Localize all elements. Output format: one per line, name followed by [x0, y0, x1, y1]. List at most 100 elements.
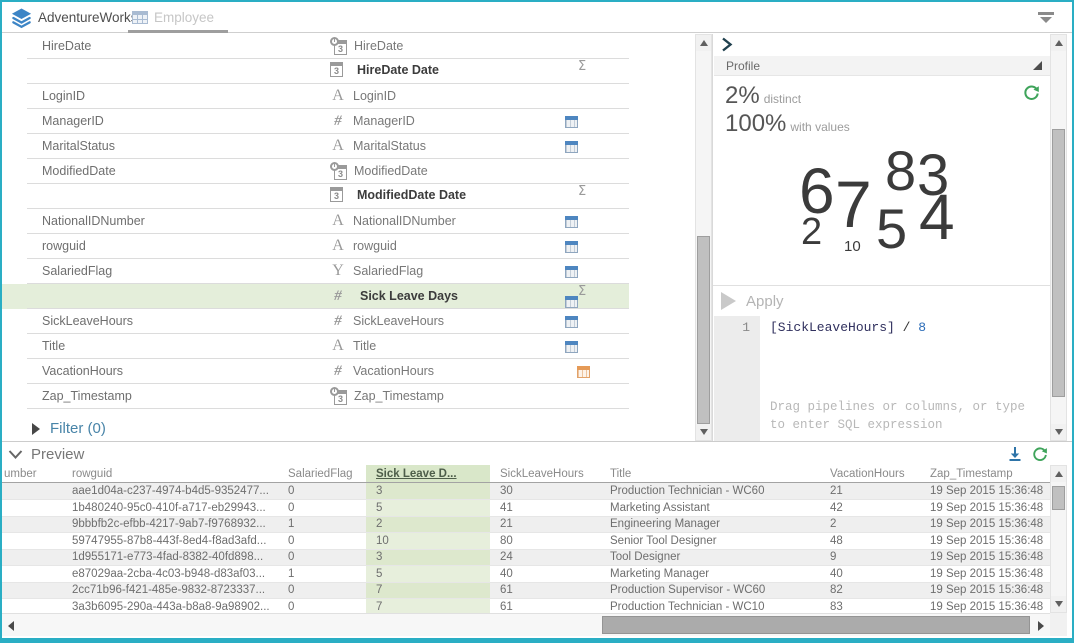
refresh-profile-icon[interactable] — [1023, 84, 1040, 106]
table-cell: 1 — [278, 566, 366, 583]
mapping-rows: HireDate 3HireDate 3HireDate Date Σ Logi… — [2, 34, 629, 409]
mapping-row[interactable]: #Sick Leave Days Σ — [2, 284, 629, 309]
table-row[interactable]: 1d955171-e773-4fad-8382-40fd898...0324To… — [2, 549, 1050, 566]
scroll-up-icon[interactable] — [1051, 35, 1066, 51]
mapping-row[interactable]: SickLeaveHours #SickLeaveHours — [2, 309, 629, 334]
scroll-left-icon[interactable] — [4, 617, 20, 633]
preview-column-header[interactable]: umber — [2, 465, 62, 483]
play-icon — [721, 292, 736, 310]
scroll-down-icon[interactable] — [1051, 596, 1066, 612]
filter-toggle[interactable]: Filter (0) — [32, 420, 106, 437]
code-token: / — [895, 320, 918, 335]
source-column-name: Zap_Timestamp — [42, 389, 132, 403]
scrollbar-thumb[interactable] — [697, 236, 710, 424]
table-cell: 40 — [820, 566, 920, 583]
table-row[interactable]: aae1d04a-c237-4974-b4d5-9352477...0330Pr… — [2, 483, 1050, 500]
table-cell: 19 Sep 2015 15:36:48 — [920, 549, 1050, 566]
table-row[interactable]: e87029aa-2cba-4c03-b948-d83af03...1540Ma… — [2, 566, 1050, 583]
refresh-preview-icon[interactable] — [1032, 446, 1048, 467]
target-column: 3ModifiedDate Date — [330, 187, 466, 202]
preview-column-header[interactable]: Title — [600, 465, 820, 483]
preview-column-header[interactable]: SalariedFlag — [278, 465, 366, 483]
table-row[interactable]: 9bbbfb2c-efbb-4217-9ab7-f9768932...1221E… — [2, 516, 1050, 533]
table-cell: 41 — [490, 500, 600, 517]
target-column: 3Zap_Timestamp — [330, 387, 444, 405]
table-cell: Engineering Manager — [600, 516, 820, 533]
table-row[interactable]: 1b480240-95c0-410f-a717-eb29943...0541Ma… — [2, 500, 1050, 517]
table-cell: 3 — [366, 549, 490, 566]
target-column: #SickLeaveHours — [330, 312, 444, 330]
sql-expression-editor[interactable]: 1 [SickLeaveHours] / 8 Drag pipelines or… — [714, 316, 1050, 441]
download-icon[interactable] — [1008, 446, 1022, 467]
table-cell: 0 — [278, 500, 366, 517]
tab-employee[interactable]: Employee — [128, 2, 228, 33]
preview-vertical-scrollbar[interactable] — [1050, 465, 1067, 613]
number-type-icon: # — [330, 362, 346, 380]
table-cell: 61 — [490, 582, 600, 599]
datetime-type-icon: 3 — [330, 387, 347, 405]
table-cell: 0 — [278, 582, 366, 599]
table-cell: 48 — [820, 533, 920, 550]
preview-toggle[interactable]: Preview — [8, 446, 84, 463]
corner-arrow-icon[interactable] — [1033, 61, 1042, 70]
preview-column-header[interactable]: rowguid — [62, 465, 278, 483]
mapping-row[interactable]: Title ATitle — [2, 334, 629, 359]
scroll-right-icon[interactable] — [1032, 617, 1048, 633]
scrollbar-thumb[interactable] — [602, 616, 1030, 634]
mapping-row[interactable]: 3HireDate Date Σ — [2, 59, 629, 84]
source-column-name: VacationHours — [42, 364, 123, 378]
divider — [713, 285, 1050, 286]
table-cell: 19 Sep 2015 15:36:48 — [920, 582, 1050, 599]
window-menu-icon[interactable] — [1038, 12, 1054, 24]
table-row[interactable]: 59747955-87b8-443f-8ed4-f8ad3afd...01080… — [2, 533, 1050, 550]
storage-table-icon — [577, 366, 590, 378]
preview-column-header[interactable]: Zap_Timestamp — [920, 465, 1050, 483]
profile-header[interactable]: Profile — [714, 56, 1050, 76]
source-column-name: SickLeaveHours — [42, 314, 133, 328]
profile-title: Profile — [726, 59, 760, 73]
table-cell: 19 Sep 2015 15:36:48 — [920, 500, 1050, 517]
preview-column-header[interactable]: Sick Leave D... — [366, 465, 490, 483]
storage-table-icon — [565, 116, 578, 128]
table-cell: 5 — [366, 566, 490, 583]
table-cell: 1d955171-e773-4fad-8382-40fd898... — [62, 549, 278, 566]
target-column: 3HireDate Date — [330, 62, 439, 77]
preview-column-header[interactable]: VacationHours — [820, 465, 920, 483]
mapping-row[interactable]: LoginID ALoginID — [2, 84, 629, 109]
chevron-right-icon[interactable] — [721, 37, 733, 57]
scroll-down-icon[interactable] — [696, 424, 711, 440]
profile-scrollbar[interactable] — [1050, 34, 1067, 441]
mapping-row[interactable]: MaritalStatus AMaritalStatus — [2, 134, 629, 159]
mapping-row[interactable]: HireDate 3HireDate — [2, 34, 629, 59]
table-cell: 2 — [820, 516, 920, 533]
apply-button[interactable]: Apply — [721, 292, 784, 310]
profile-panel: Profile 2%distinct 100%with values 67832… — [712, 34, 1050, 441]
target-column-name: SickLeaveHours — [353, 314, 444, 328]
number-type-icon: # — [330, 287, 346, 305]
values-label: with values — [790, 120, 849, 134]
table-row[interactable]: 3a3b6095-290a-443a-b8a8-9a98902...0761Pr… — [2, 599, 1050, 614]
preview-column-header[interactable]: SickLeaveHours — [490, 465, 600, 483]
value-cloud-number: 2 — [801, 213, 822, 251]
mapping-scrollbar[interactable] — [695, 34, 712, 441]
with-values-stat: 100%with values — [725, 110, 850, 138]
scrollbar-corner — [1050, 613, 1067, 636]
scrollbar-thumb[interactable] — [1052, 486, 1065, 510]
scroll-up-icon[interactable] — [1051, 466, 1066, 482]
mapping-row[interactable]: NationalIDNumber ANationalIDNumber — [2, 209, 629, 234]
mapping-row[interactable]: 3ModifiedDate Date Σ — [2, 184, 629, 209]
text-type-icon: A — [330, 212, 346, 230]
mapping-row[interactable]: rowguid Arowguid — [2, 234, 629, 259]
code-line[interactable]: [SickLeaveHours] / 8 — [770, 320, 926, 335]
preview-horizontal-scrollbar[interactable] — [2, 613, 1050, 636]
mapping-row[interactable]: Zap_Timestamp 3Zap_Timestamp — [2, 384, 629, 409]
scroll-up-icon[interactable] — [696, 35, 711, 51]
text-type-icon: A — [330, 137, 346, 155]
mapping-row[interactable]: VacationHours #VacationHours — [2, 359, 629, 384]
mapping-row[interactable]: ModifiedDate 3ModifiedDate — [2, 159, 629, 184]
mapping-row[interactable]: SalariedFlag YSalariedFlag — [2, 259, 629, 284]
mapping-row[interactable]: ManagerID #ManagerID — [2, 109, 629, 134]
scroll-down-icon[interactable] — [1051, 424, 1066, 440]
scrollbar-thumb[interactable] — [1052, 129, 1065, 397]
table-row[interactable]: 2cc71b96-f421-485e-9832-8723337...0761Pr… — [2, 582, 1050, 599]
